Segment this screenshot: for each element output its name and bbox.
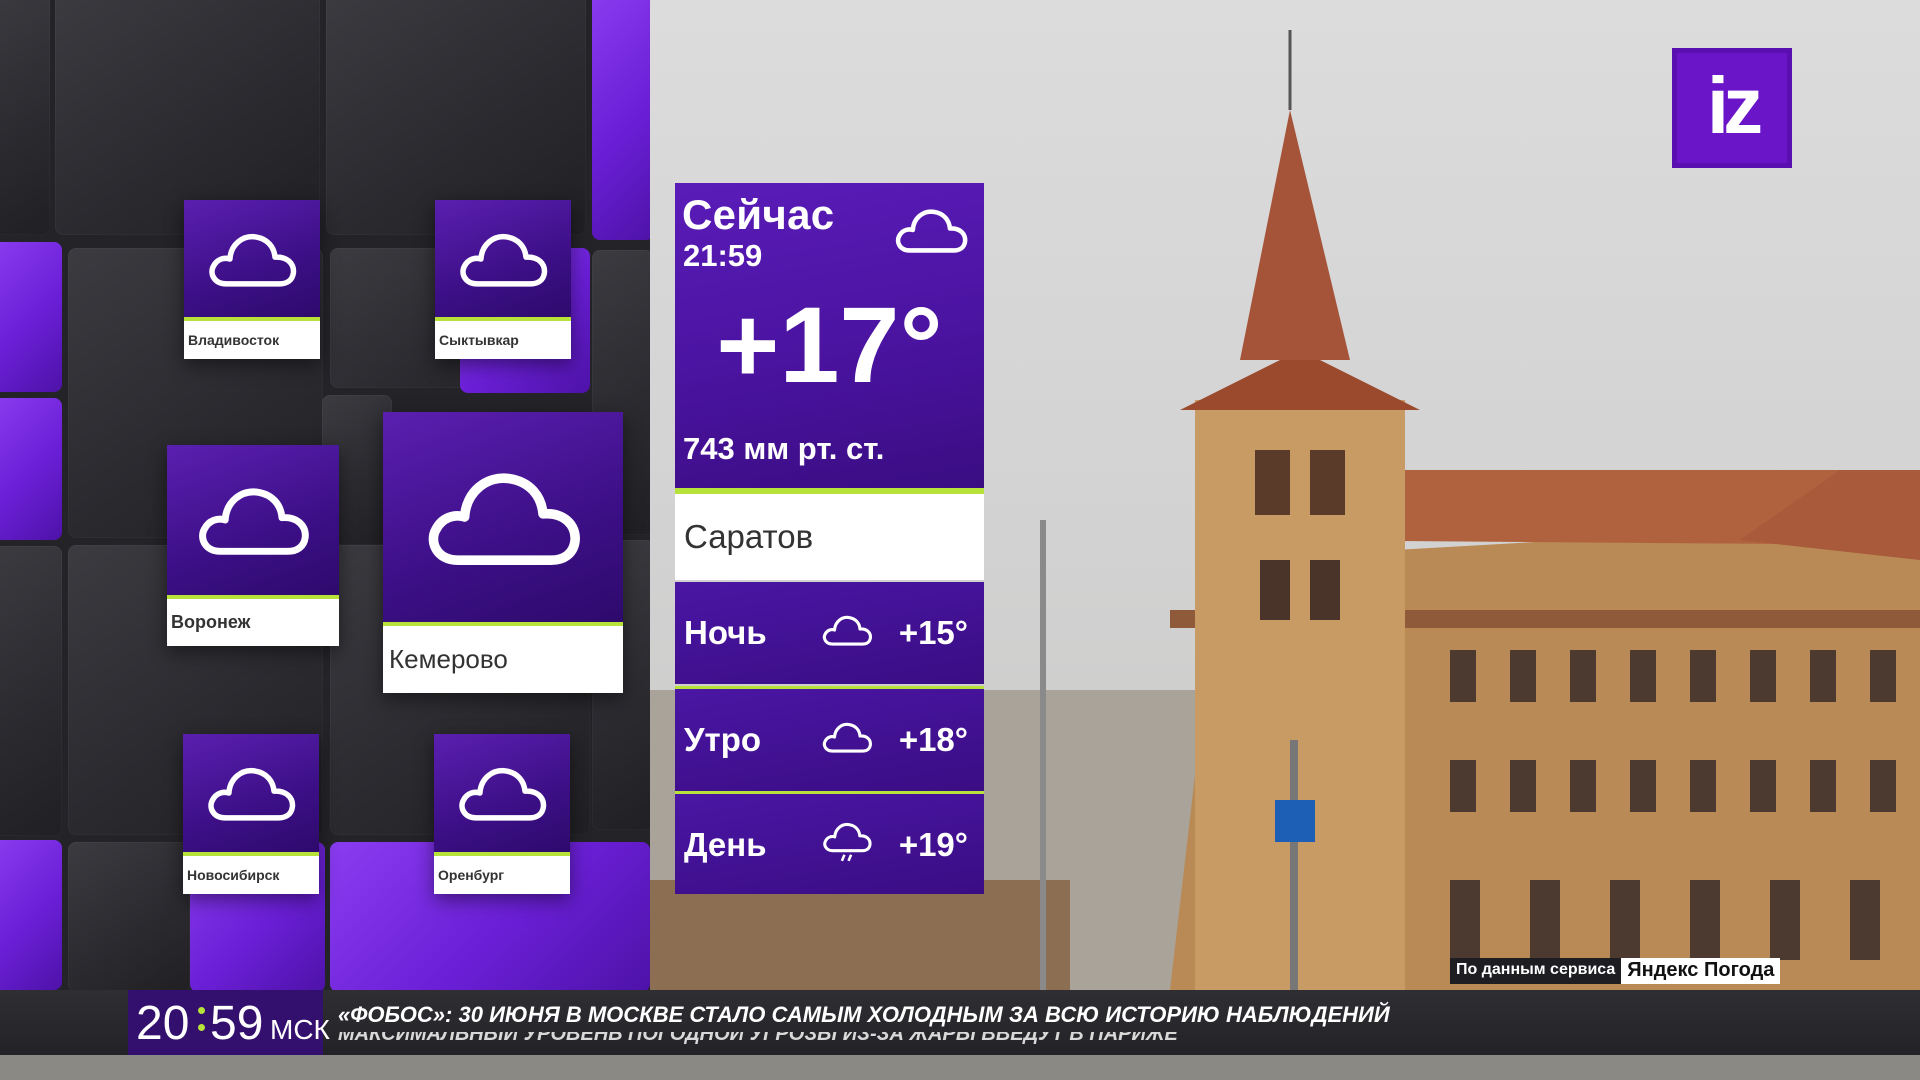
current-title: Сейчас	[682, 191, 835, 238]
city-card-vladivostok: Владивосток	[184, 200, 320, 359]
source-prefix: По данным сервиса	[1450, 958, 1622, 984]
ticker-headline-next: МАКСИМАЛЬНЫЙ УРОВЕНЬ ПОГОДНОЙ УГРОЗЫ ИЗ-…	[338, 1032, 1178, 1044]
source-service: Яндекс Погода	[1621, 958, 1781, 984]
forecast-row-night: Ночь +15°	[675, 582, 984, 684]
forecast-temperature: +15°	[898, 614, 968, 651]
forecast-period: Ночь	[684, 614, 767, 651]
data-source-caption: По данным сервиса Яндекс Погода	[1450, 958, 1781, 984]
logo-text: iz	[1706, 61, 1763, 150]
clock-hours: 20	[136, 997, 190, 1050]
forecast-row-day: День +19°	[675, 794, 984, 894]
city-card-orenburg: Оренбург	[434, 734, 570, 894]
cloud-icon	[821, 719, 873, 760]
forecast-period: День	[684, 826, 767, 863]
cloud-icon	[821, 612, 873, 653]
cloud-icon	[167, 445, 339, 595]
city-card-syktyvkar: Сыктывкар	[435, 200, 571, 359]
clock-minutes: 59	[210, 997, 264, 1050]
clock-separator	[198, 1007, 205, 1014]
forecast-period: Утро	[684, 721, 762, 758]
current-pressure: 743 мм рт. ст.	[683, 431, 885, 466]
cloud-drizzle-icon	[821, 820, 873, 871]
current-weather-panel: Сейчас 21:59 +17° 743 мм рт. ст.	[675, 183, 984, 488]
city-card-voronezh: Воронеж	[167, 445, 339, 646]
current-temperature: +17°	[716, 284, 943, 405]
city-label: Воронеж	[167, 599, 339, 646]
cloud-icon	[383, 412, 623, 622]
broadcast-clock: 20 59 МСК	[128, 990, 330, 1055]
forecast-temperature: +19°	[898, 826, 968, 863]
city-card-novosibirsk: Новосибирск	[183, 734, 319, 894]
cloud-icon	[183, 734, 319, 852]
current-city-bar: Саратов	[675, 494, 984, 580]
bottom-strip	[0, 1055, 1920, 1080]
city-label: Владивосток	[184, 321, 320, 359]
forecast-row-morning: Утро +18°	[675, 689, 984, 791]
city-label: Оренбург	[434, 856, 570, 894]
city-card-kemerovo: Кемерово	[383, 412, 623, 693]
cloud-icon	[435, 200, 571, 317]
ticker-headline-next-text: МАКСИМАЛЬНЫЙ УРОВЕНЬ ПОГОДНОЙ УГРОЗЫ ИЗ-…	[338, 1032, 1178, 1044]
clock-timezone: МСК	[270, 1014, 330, 1045]
clock-separator	[198, 1024, 205, 1031]
news-ticker: 20 59 МСК «ФОБОС»: 30 ИЮНЯ В МОСКВЕ СТАЛ…	[0, 990, 1920, 1055]
current-time: 21:59	[683, 238, 763, 273]
city-label: Новосибирск	[183, 856, 319, 894]
ticker-headline: «ФОБОС»: 30 ИЮНЯ В МОСКВЕ СТАЛО САМЫМ ХО…	[338, 1002, 1390, 1027]
cloud-icon	[434, 734, 570, 852]
cloud-icon	[893, 205, 969, 260]
cloud-icon	[184, 200, 320, 317]
current-city: Саратов	[684, 518, 814, 555]
channel-logo: iz	[1672, 48, 1792, 168]
city-label: Сыктывкар	[435, 321, 571, 359]
forecast-temperature: +18°	[898, 721, 968, 758]
city-label: Кемерово	[383, 626, 623, 693]
